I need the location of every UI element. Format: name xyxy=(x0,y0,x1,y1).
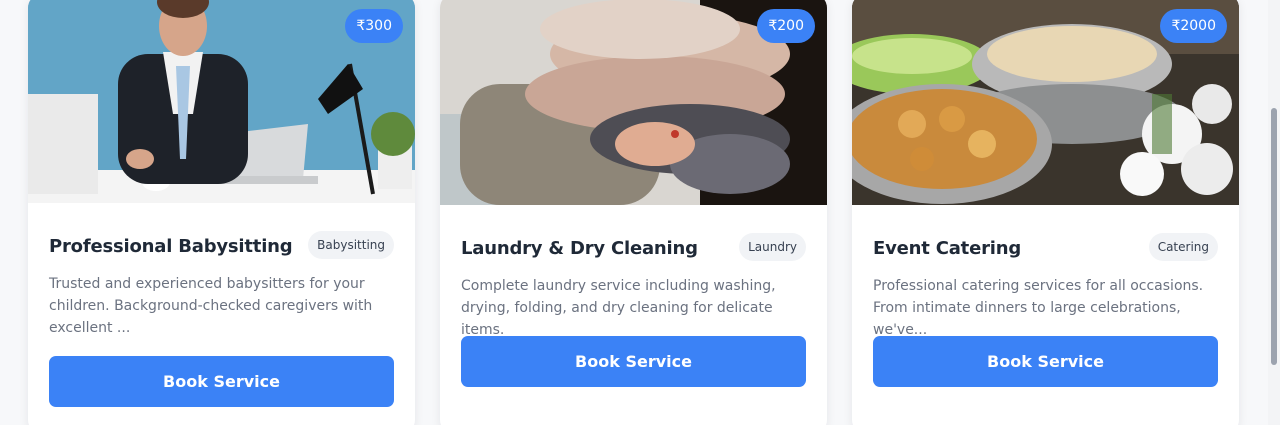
service-title: Event Catering xyxy=(873,238,1022,259)
service-description: Professional catering services for all o… xyxy=(873,278,1204,338)
price-badge: ₹2000 xyxy=(1160,9,1227,43)
service-card[interactable]: ₹200 Laundry & Dry Cleaning Laundry Comp… xyxy=(440,0,827,425)
book-service-button[interactable]: Book Service xyxy=(461,336,806,387)
price-badge: ₹200 xyxy=(757,9,815,43)
scrollbar-thumb[interactable] xyxy=(1271,108,1277,365)
service-card[interactable]: ₹2000 Event Catering Catering Profession… xyxy=(852,0,1239,425)
service-description: Complete laundry service including washi… xyxy=(461,278,776,338)
service-card[interactable]: ₹300 Professional Babysitting Babysittin… xyxy=(28,0,415,425)
service-title: Laundry & Dry Cleaning xyxy=(461,238,698,259)
category-badge: Catering xyxy=(1148,233,1218,261)
category-badge: Babysitting xyxy=(308,231,394,259)
category-badge: Laundry xyxy=(739,233,806,261)
price-badge: ₹300 xyxy=(345,9,403,43)
book-service-button[interactable]: Book Service xyxy=(873,336,1218,387)
book-service-button[interactable]: Book Service xyxy=(49,356,394,407)
service-description: Trusted and experienced babysitters for … xyxy=(49,276,373,336)
service-title: Professional Babysitting xyxy=(49,236,293,257)
scrollbar[interactable] xyxy=(1268,0,1280,425)
